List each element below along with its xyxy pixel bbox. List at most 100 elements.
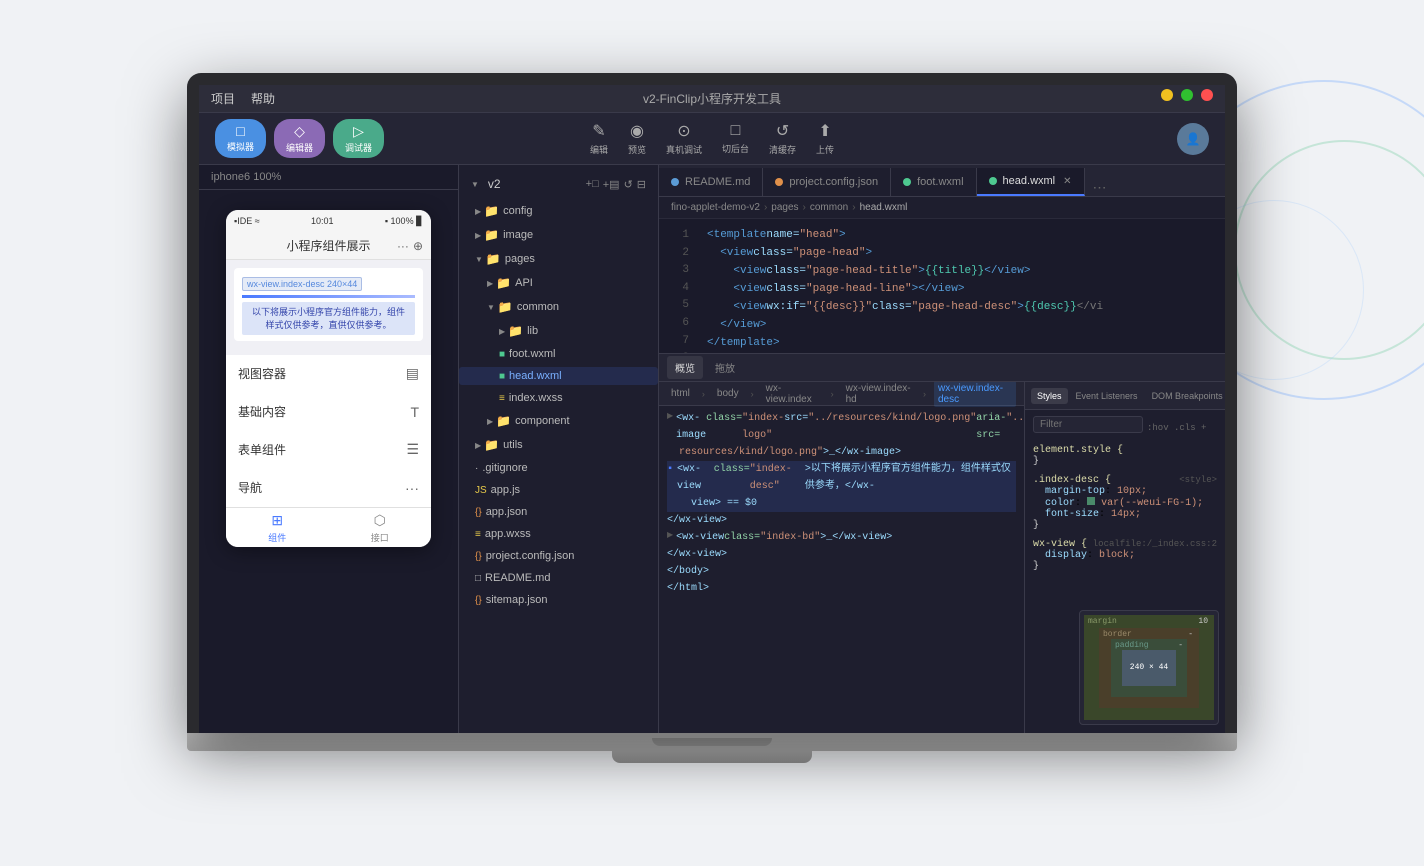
tree-item-pages[interactable]: ▼ 📁 pages — [459, 247, 658, 271]
action-clear-cache[interactable]: ↺ 清缓存 — [769, 121, 796, 156]
left-panel: iphone6 100% ▪IDE ≈ 10:01 ▪ 100% ▊ 小程 — [199, 165, 459, 733]
maximize-button[interactable] — [1181, 89, 1193, 101]
list-icon-2: ☰ — [406, 441, 419, 458]
code-line-6: </view> — [707, 317, 1213, 335]
code-line-4: <view class="page-head-line" ></view> — [707, 281, 1213, 299]
code-line-3: <view class="page-head-title" >{{title}}… — [707, 263, 1213, 281]
ide-container: 项目 帮助 v2-FinClip小程序开发工具 □ 模拟器 ◇ — [199, 85, 1225, 733]
styles-tab-styles[interactable]: Styles — [1031, 388, 1068, 404]
tab-more-button[interactable]: ⋯ — [1085, 179, 1115, 196]
element-tag: wx-view.index-desc 240×44 — [242, 277, 362, 291]
list-item-3[interactable]: 导航 ··· — [226, 469, 431, 506]
ht-line-7: </body> — [667, 563, 1016, 580]
tree-item-config[interactable]: ▶ 📁 config — [459, 199, 658, 223]
list-item-2[interactable]: 表单组件 ☰ — [226, 431, 431, 468]
css-rule-index-desc: .index-desc { <style> margin-top: 10px; … — [1033, 475, 1217, 531]
nav-item-components[interactable]: ⊞ 组件 — [226, 512, 329, 544]
laptop-notch — [652, 738, 772, 746]
element-bar — [242, 295, 415, 298]
tree-item-sitemap[interactable]: {} sitemap.json — [459, 589, 658, 611]
element-highlight: wx-view.index-desc 240×44 以下将展示小程序官方组件能力… — [234, 268, 423, 341]
list-icon-1: T — [410, 404, 419, 420]
html-tag-wxview-index-hd[interactable]: wx-view.index-hd — [842, 382, 915, 407]
devtab-drag[interactable]: 拖放 — [707, 356, 743, 379]
tree-item-gitignore[interactable]: · .gitignore — [459, 457, 658, 479]
code-line-7: </template> — [707, 335, 1213, 353]
tree-item-utils[interactable]: ▶ 📁 utils — [459, 433, 658, 457]
tab-head-wxml[interactable]: head.wxml ✕ — [977, 168, 1085, 196]
styles-filter-input[interactable] — [1033, 416, 1143, 433]
tab-foot-wxml[interactable]: foot.wxml — [891, 168, 976, 196]
bg-decoration-2 — [1234, 140, 1424, 360]
ht-line-8: </html> — [667, 580, 1016, 597]
phone-app-title: 小程序组件展示 ··· ⊕ — [226, 232, 431, 260]
action-upload[interactable]: ⬆ 上传 — [816, 121, 834, 156]
css-rule-element-style: element.style { } — [1033, 445, 1217, 467]
tree-item-app-json[interactable]: {} app.json — [459, 501, 658, 523]
tree-item-component[interactable]: ▶ 📁 component — [459, 409, 658, 433]
html-tree-content: ▶ <wx-image class="index-logo" src="../r… — [659, 406, 1024, 733]
app-title: v2-FinClip小程序开发工具 — [643, 90, 781, 107]
devtools-content: html › body › wx-view.index › wx-view.in… — [659, 382, 1225, 733]
editor-tab-bar: README.md project.config.json foot.wxml — [659, 165, 1225, 197]
html-tag-wxview-index[interactable]: wx-view.index — [762, 382, 823, 407]
tree-item-api[interactable]: ▶ 📁 API — [459, 271, 658, 295]
tree-item-index-wxss[interactable]: ≡ index.wxss — [459, 387, 658, 409]
menu-bar: 项目 帮助 v2-FinClip小程序开发工具 — [199, 85, 1225, 113]
action-background[interactable]: □ 切后台 — [722, 122, 749, 155]
list-item-0[interactable]: 视图容器 ▤ — [226, 355, 431, 392]
action-edit[interactable]: ✎ 编辑 — [590, 121, 608, 156]
html-tree-bar: html › body › wx-view.index › wx-view.in… — [659, 382, 1024, 406]
element-text: 以下将展示小程序官方组件能力，组件样式仅供参考，直供仅供参考。 — [242, 302, 415, 335]
phone-frame: ▪IDE ≈ 10:01 ▪ 100% ▊ 小程序组件展示 ··· ⊕ — [226, 210, 431, 547]
editor-button[interactable]: ◇ 编辑器 — [274, 119, 325, 158]
phone-status-bar: ▪IDE ≈ 10:01 ▪ 100% ▊ — [226, 210, 431, 232]
tree-item-app-wxss[interactable]: ≡ app.wxss — [459, 523, 658, 545]
laptop-shell: 项目 帮助 v2-FinClip小程序开发工具 □ 模拟器 ◇ — [187, 73, 1237, 793]
tab-project-config[interactable]: project.config.json — [763, 168, 891, 196]
code-content[interactable]: <template name="head" > <view class="pag… — [695, 219, 1225, 353]
laptop-stand — [612, 751, 812, 763]
tab-readme[interactable]: README.md — [659, 168, 763, 196]
tree-item-project-config[interactable]: {} project.config.json — [459, 545, 658, 567]
tree-item-lib[interactable]: ▶ 📁 lib — [459, 319, 658, 343]
list-item-1[interactable]: 基础内容 T — [226, 393, 431, 430]
line-numbers: 1 2 3 4 5 6 7 8 — [659, 219, 695, 353]
code-area: 1 2 3 4 5 6 7 8 <templa — [659, 219, 1225, 353]
action-device-debug[interactable]: ⊙ 真机调试 — [666, 121, 702, 156]
tree-item-foot-wxml[interactable]: ■ foot.wxml — [459, 343, 658, 365]
tree-item-head-wxml[interactable]: ■ head.wxml — [459, 365, 658, 387]
menu-help[interactable]: 帮助 — [251, 90, 275, 107]
device-label: iphone6 100% — [199, 165, 458, 190]
styles-filter-row: :hov .cls + — [1033, 416, 1217, 439]
debugger-button[interactable]: ▷ 调试器 — [333, 119, 384, 158]
action-preview[interactable]: ◉ 预览 — [628, 121, 646, 156]
components-icon: ⊞ — [271, 512, 283, 529]
tree-item-image[interactable]: ▶ 📁 image — [459, 223, 658, 247]
simulator-button[interactable]: □ 模拟器 — [215, 119, 266, 158]
ht-line-4: </wx-view> — [667, 512, 1016, 529]
tree-item-readme[interactable]: □ README.md — [459, 567, 658, 589]
phone-bottom-nav: ⊞ 组件 ⬡ 接口 — [226, 507, 431, 547]
ht-line-2: ▪ <wx-view class="index-desc" >以下将展示小程序官… — [667, 461, 1016, 495]
editor-panel: README.md project.config.json foot.wxml — [659, 165, 1225, 733]
menu-project[interactable]: 项目 — [211, 90, 235, 107]
tree-item-common[interactable]: ▼ 📁 common — [459, 295, 658, 319]
styles-panel-tabs: Styles Event Listeners DOM Breakpoints P… — [1025, 382, 1225, 410]
window-controls — [1161, 89, 1213, 101]
user-avatar[interactable]: 👤 — [1177, 123, 1209, 155]
nav-item-api[interactable]: ⬡ 接口 — [329, 512, 432, 544]
styles-tab-dom-breakpoints[interactable]: DOM Breakpoints — [1146, 388, 1225, 404]
html-tag-html[interactable]: html — [667, 386, 694, 401]
devtab-overview[interactable]: 概览 — [667, 356, 703, 379]
close-tab-icon[interactable]: ✕ — [1063, 176, 1071, 187]
minimize-button[interactable] — [1161, 89, 1173, 101]
root-folder-name: v2 — [488, 177, 501, 191]
html-tag-wxview-index-desc[interactable]: wx-view.index-desc — [934, 382, 1016, 407]
tree-item-app-js[interactable]: JS app.js — [459, 479, 658, 501]
toolbar-mode-buttons: □ 模拟器 ◇ 编辑器 ▷ 调试器 — [215, 119, 384, 158]
styles-tab-event-listeners[interactable]: Event Listeners — [1070, 388, 1144, 404]
devtools-left: html › body › wx-view.index › wx-view.in… — [659, 382, 1025, 733]
close-button[interactable] — [1201, 89, 1213, 101]
html-tag-body[interactable]: body — [713, 386, 743, 401]
